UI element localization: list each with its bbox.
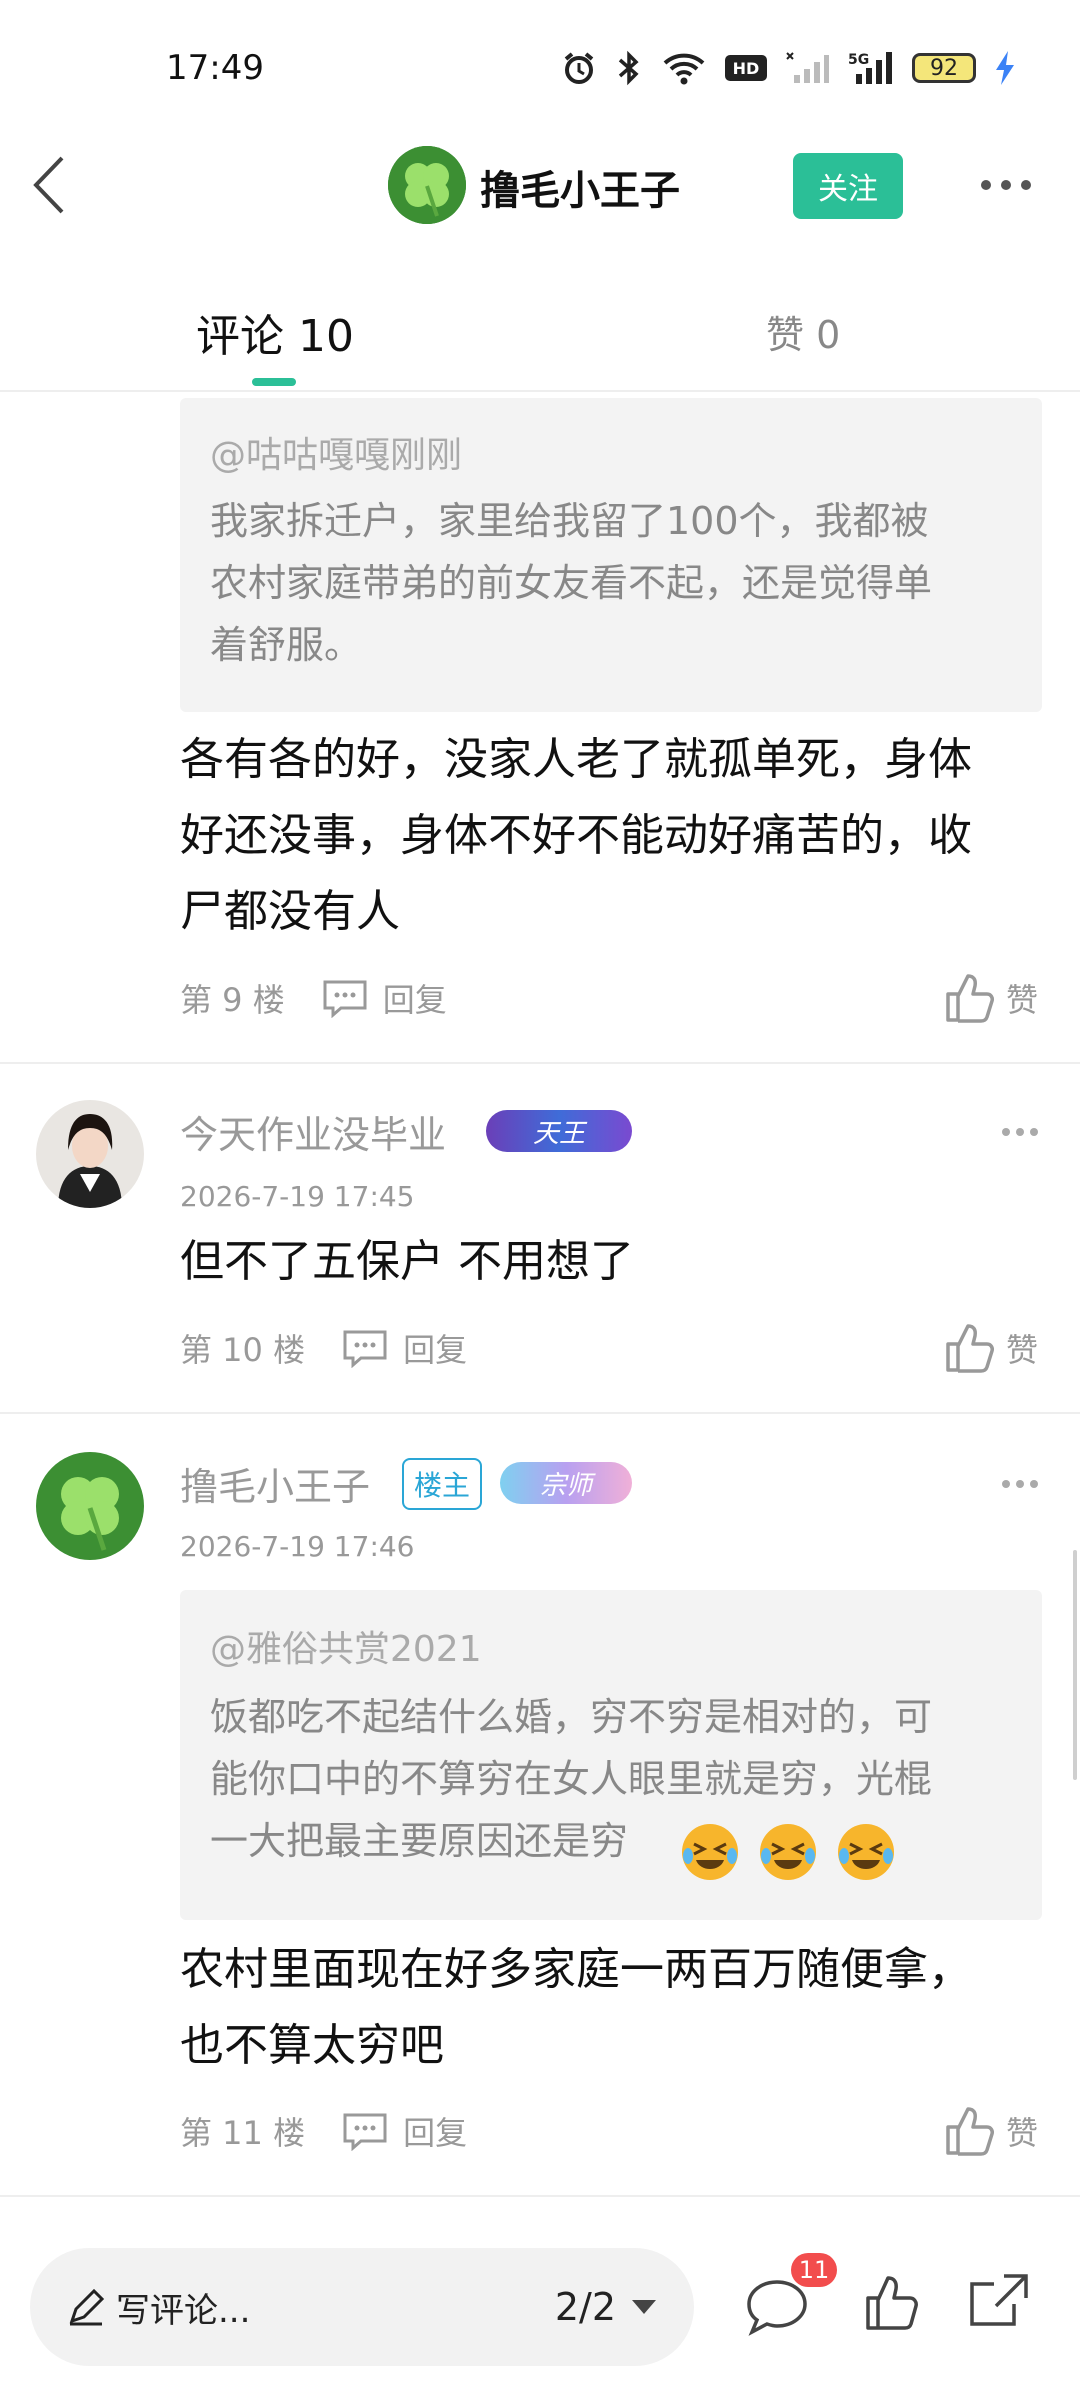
signal-icon — [786, 52, 829, 83]
comment-body-line: 各有各的好，没家人老了就孤单死，身体 — [180, 734, 972, 785]
status-time: 17:49 — [166, 48, 264, 88]
page-indicator[interactable]: 2/2 — [555, 2285, 616, 2329]
level-badge-label: 天王 — [532, 1118, 585, 1149]
like-icon[interactable] — [942, 2103, 996, 2157]
like-icon[interactable] — [942, 1320, 996, 1374]
floor-label: 第 10 楼 — [180, 1331, 306, 1369]
quoted-comment[interactable]: @雅俗共赏2021 饭都吃不起结什么婚，穷不穷是相对的，可 能你口中的不算穷在女… — [180, 1590, 1042, 1920]
clover-icon — [388, 146, 466, 224]
comment-body-line: 农村里面现在好多家庭一两百万随便拿， — [180, 1944, 972, 1995]
level-badge: 天王 — [486, 1110, 632, 1152]
floor-label: 第 11 楼 — [180, 2114, 306, 2152]
like-label[interactable]: 赞 — [1006, 975, 1038, 1021]
comment-body-line: 尸都没有人 — [180, 886, 400, 937]
like-label[interactable]: 赞 — [1006, 1325, 1038, 1371]
reply-icon[interactable] — [341, 2111, 389, 2151]
thumbs-up-icon[interactable] — [862, 2270, 920, 2332]
comment-date: 2026-7-19 17:45 — [180, 1180, 415, 1213]
user-avatar[interactable] — [36, 1452, 144, 1560]
laughing-crying-emoji-icon — [838, 1824, 894, 1880]
tab-indicator — [252, 378, 296, 386]
laughing-crying-emoji-icon — [682, 1824, 738, 1880]
comment-count-badge: 11 — [791, 2253, 837, 2287]
comment-meta: 第 9 楼 回复 — [180, 975, 447, 1021]
like-icon[interactable] — [942, 970, 996, 1024]
tab-likes[interactable]: 赞 0 — [766, 304, 840, 359]
reply-button[interactable]: 回复 — [403, 2108, 467, 2154]
reply-button[interactable]: 回复 — [403, 1325, 467, 1371]
comment-more-icon[interactable] — [1000, 1126, 1040, 1138]
more-options-icon[interactable] — [978, 170, 1034, 200]
back-icon[interactable] — [24, 150, 84, 220]
comment-username[interactable]: 今天作业没毕业 — [180, 1104, 446, 1159]
comment-username[interactable]: 撸毛小王子 — [180, 1456, 370, 1511]
write-comment-input[interactable]: 写评论... 2/2 — [30, 2248, 694, 2366]
tab-divider — [0, 390, 1080, 392]
quote-line: 农村家庭带弟的前女友看不起，还是觉得单 — [210, 561, 933, 605]
like-label[interactable]: 赞 — [1006, 2108, 1038, 2154]
quote-line: 着舒服。 — [210, 623, 363, 667]
quote-line: 饭都吃不起结什么婚，穷不穷是相对的，可 — [210, 1695, 933, 1739]
wifi-icon — [663, 53, 705, 85]
quote-line: 我家拆迁户，家里给我留了100个，我都被 — [210, 499, 929, 543]
write-comment-label[interactable]: 写评论... — [116, 2283, 250, 2332]
emoji-group — [680, 1822, 896, 1882]
scrollbar[interactable] — [1073, 1550, 1077, 1780]
5g-signal-icon: 5G — [848, 52, 892, 84]
battery-icon: 92 — [912, 53, 976, 83]
comment-body-line: 但不了五保户 不用想了 — [180, 1236, 634, 1287]
reply-button[interactable]: 回复 — [383, 975, 447, 1021]
caret-down-icon[interactable] — [630, 2297, 658, 2317]
quote-line: 能你口中的不算穷在女人眼里就是穷，光棍 — [210, 1757, 933, 1801]
clover-icon — [36, 1452, 144, 1560]
follow-button[interactable]: 关注 — [793, 153, 903, 219]
comment-meta: 第 10 楼 回复 — [180, 1325, 467, 1371]
bottom-bar-divider — [0, 2195, 1080, 2197]
status-icons: HD 5G 92 — [562, 50, 1016, 86]
avatar-portrait — [36, 1100, 144, 1208]
comment-more-icon[interactable] — [1000, 1478, 1040, 1490]
share-icon[interactable] — [966, 2270, 1030, 2330]
user-avatar[interactable] — [36, 1100, 144, 1208]
pencil-icon — [69, 2288, 105, 2326]
header-title[interactable]: 撸毛小王子 — [480, 158, 680, 216]
comment-body-line: 也不算太穷吧 — [180, 2020, 444, 2071]
floor-label: 第 9 楼 — [180, 981, 285, 1019]
svg-text:HD: HD — [733, 59, 760, 78]
level-badge: 宗师 — [500, 1462, 632, 1504]
quoted-user[interactable]: @雅俗共赏2021 — [210, 1620, 482, 1672]
level-badge-label: 宗师 — [539, 1470, 592, 1501]
tab-comments[interactable]: 评论 10 — [196, 300, 354, 364]
reply-icon[interactable] — [341, 1328, 389, 1368]
comment-meta: 第 11 楼 回复 — [180, 2108, 467, 2154]
quoted-user[interactable]: @咕咕嘎嘎刚刚 — [210, 426, 462, 478]
svg-text:5G: 5G — [848, 52, 869, 68]
comment-date: 2026-7-19 17:46 — [180, 1530, 415, 1563]
header-avatar[interactable] — [388, 146, 466, 224]
charging-icon — [996, 51, 1014, 85]
bluetooth-icon — [618, 50, 639, 86]
quote-line: 一大把最主要原因还是穷 — [210, 1819, 629, 1863]
hd-icon: HD — [725, 55, 767, 81]
quoted-comment[interactable]: @咕咕嘎嘎刚刚 我家拆迁户，家里给我留了100个，我都被 农村家庭带弟的前女友看… — [180, 398, 1042, 712]
host-badge: 楼主 — [402, 1458, 483, 1510]
comment-body-line: 好还没事，身体不好不能动好痛苦的，收 — [180, 810, 972, 861]
comment-divider — [0, 1062, 1080, 1064]
laughing-crying-emoji-icon — [760, 1824, 816, 1880]
alarm-icon — [564, 52, 594, 84]
comment-divider — [0, 1412, 1080, 1414]
reply-icon[interactable] — [321, 978, 369, 1018]
